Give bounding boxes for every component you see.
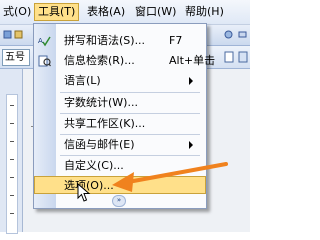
mouse-cursor-icon <box>77 183 91 202</box>
annotation-arrow <box>112 162 228 192</box>
